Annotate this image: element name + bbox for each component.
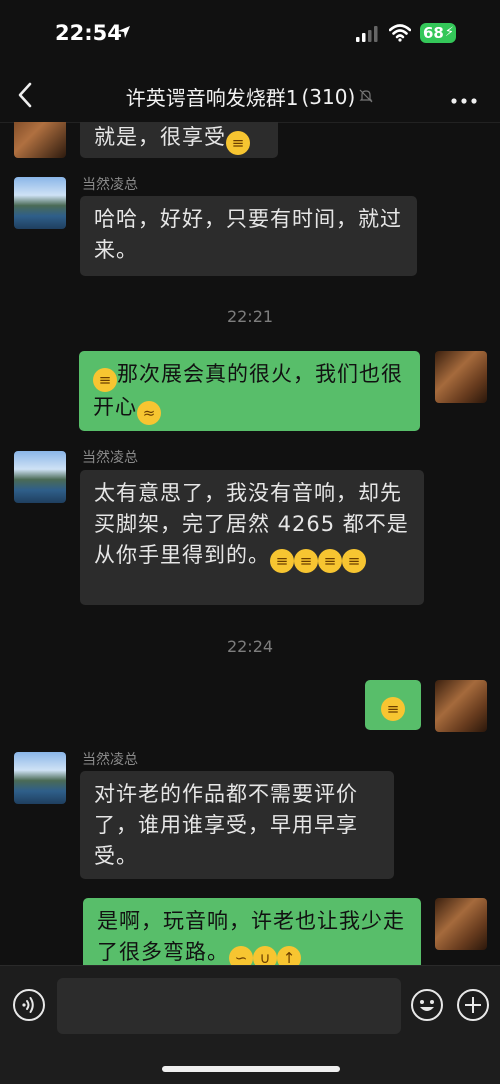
hand-over-mouth-emoji-icon: ∪ [253, 946, 277, 965]
member-count: (310) [301, 84, 356, 109]
sender-name: 当然凌总 [82, 752, 138, 768]
avatar[interactable] [435, 898, 487, 950]
location-arrow-icon [117, 24, 131, 43]
grin-emoji-icon: ≡ [226, 131, 250, 155]
group-name: 许英谔音响发烧群1 [125, 86, 299, 110]
message-bubble[interactable]: 对许老的作品都不需要评价了，谁用谁享受，早用早享受。 [80, 771, 394, 879]
more-dots-icon[interactable] [450, 90, 478, 109]
grin-emoji-icon: ≡ [93, 368, 117, 392]
message-bubble[interactable]: 太有意思了，我没有音响，却先买脚架，完了居然 4265 都不是从你手里得到的。 ≡… [80, 470, 424, 605]
chat-title: 许英谔音响发烧群1 (310) [0, 82, 500, 111]
grin-emoji-icon: ≡ [342, 549, 366, 573]
charging-icon: ⚡ [444, 25, 454, 40]
sender-name: 当然凌总 [82, 450, 138, 466]
message-text: 对许老的作品都不需要评价了，谁用谁享受，早用早享受。 [94, 782, 358, 868]
avatar[interactable] [435, 351, 487, 403]
battery-level: 68 [423, 24, 444, 42]
ok-hand-emoji-icon: ∽ [229, 946, 253, 965]
message-text: 就是，很享受 [94, 125, 226, 149]
timestamp: 22:24 [226, 637, 274, 656]
message-bubble[interactable]: 就是，很享受 ≡ [80, 122, 278, 158]
grin-emoji-icon: ≡ [294, 549, 318, 573]
grin-emoji-icon: ≡ [381, 697, 405, 721]
plus-icon[interactable] [456, 988, 490, 1026]
battery-indicator: 68 ⚡ [420, 23, 456, 43]
message-bubble[interactable]: 是啊，玩音响，许老也让我少走了很多弯路。 ∽ ∪ ↑ [83, 898, 421, 965]
timestamp: 22:21 [226, 307, 274, 326]
grin-emoji-icon: ≡ [270, 549, 294, 573]
message-bubble[interactable]: ≡ 那次展会真的很火，我们也很开心 ≈ [79, 351, 420, 431]
thumbs-up-emoji-icon: ↑ [277, 946, 301, 965]
wifi-icon [388, 24, 412, 46]
home-indicator[interactable] [162, 1066, 340, 1072]
mute-bell-icon [358, 85, 374, 109]
avatar[interactable] [14, 752, 66, 804]
message-list[interactable]: 就是，很享受 ≡ 当然凌总 哈哈，好好，只要有时间，就过来。 22:21 ≡ 那次展… [0, 122, 500, 965]
status-bar: 22:54 68 ⚡ [0, 0, 500, 68]
avatar[interactable] [14, 122, 66, 158]
sender-name: 当然凌总 [82, 177, 138, 193]
avatar[interactable] [14, 177, 66, 229]
message-text: 哈哈，好好，只要有时间，就过来。 [94, 207, 402, 262]
emoji-icon[interactable] [410, 988, 444, 1026]
signal-icon [356, 26, 378, 46]
grin-emoji-icon: ≡ [318, 549, 342, 573]
laugh-cry-emoji-icon: ≈ [137, 401, 161, 425]
avatar[interactable] [435, 680, 487, 732]
chat-header: 许英谔音响发烧群1 (310) [0, 68, 500, 123]
message-input[interactable] [57, 978, 401, 1034]
status-time: 22:54 [55, 21, 122, 45]
message-bubble[interactable]: ≡ [365, 680, 421, 730]
avatar[interactable] [14, 451, 66, 503]
voice-icon[interactable] [12, 988, 46, 1026]
message-bubble[interactable]: 哈哈，好好，只要有时间，就过来。 [80, 196, 417, 276]
